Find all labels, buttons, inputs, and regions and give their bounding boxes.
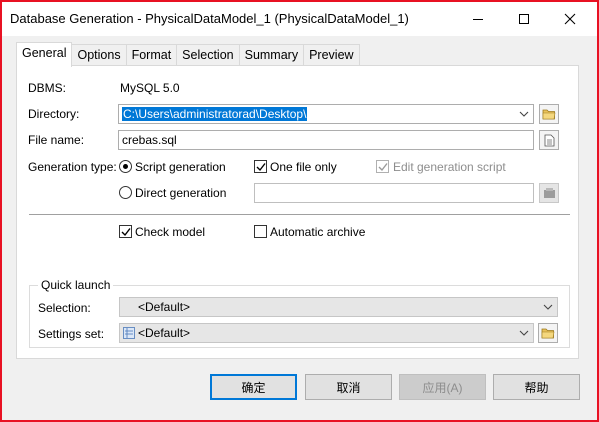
settings-set-label: Settings set: <box>38 327 105 341</box>
edit-file-button[interactable] <box>539 130 559 150</box>
tab-preview[interactable]: Preview <box>303 44 360 66</box>
browse-settings-set-button[interactable] <box>538 323 558 343</box>
quick-launch-title: Quick launch <box>38 278 114 292</box>
check-model-label: Check model <box>135 225 206 239</box>
direct-generation-label: Direct generation <box>135 186 227 200</box>
edit-generation-script-checkbox[interactable] <box>376 160 389 173</box>
directory-label: Directory: <box>28 107 80 121</box>
filename-input[interactable]: crebas.sql <box>118 130 534 150</box>
chevron-down-icon[interactable] <box>541 300 555 314</box>
connect-icon <box>543 188 555 198</box>
divider <box>29 214 570 215</box>
automatic-archive-label: Automatic archive <box>270 225 366 239</box>
checkmark-icon <box>256 163 266 172</box>
one-file-only-checkbox[interactable] <box>254 160 267 173</box>
document-icon <box>544 134 555 146</box>
directory-combobox[interactable]: C:\Users\administratorad\Desktop\ <box>118 104 534 124</box>
general-tab-panel: DBMS: MySQL 5.0 Directory: C:\Users\admi… <box>16 65 579 359</box>
chevron-down-icon[interactable] <box>517 107 531 121</box>
title-bar: Database Generation - PhysicalDataModel_… <box>2 2 597 36</box>
check-model-checkbox[interactable] <box>119 225 132 238</box>
generation-type-label: Generation type: <box>28 160 117 174</box>
tab-general[interactable]: General <box>16 42 73 67</box>
folder-icon <box>542 109 556 120</box>
connect-data-source-button[interactable] <box>539 183 559 203</box>
checkmark-icon <box>121 228 131 237</box>
selection-label: Selection: <box>38 301 91 315</box>
close-button[interactable] <box>547 2 593 36</box>
tab-format[interactable]: Format <box>125 44 178 66</box>
directory-value: C:\Users\administratorad\Desktop\ <box>122 107 308 121</box>
dbms-label: DBMS: <box>28 81 67 95</box>
filename-label: File name: <box>28 133 85 147</box>
data-source-input[interactable] <box>254 183 534 203</box>
folder-icon <box>541 328 555 339</box>
database-generation-dialog: Database Generation - PhysicalDataModel_… <box>0 0 599 422</box>
tab-strip: General Options Format Selection Summary… <box>16 42 360 67</box>
minimize-button[interactable] <box>455 2 501 36</box>
window-title: Database Generation - PhysicalDataModel_… <box>10 11 409 26</box>
one-file-only-label: One file only <box>270 160 337 174</box>
close-icon <box>564 13 576 25</box>
maximize-icon <box>519 14 529 24</box>
edit-generation-script-label: Edit generation script <box>393 160 506 174</box>
tab-selection[interactable]: Selection <box>176 44 240 66</box>
dbms-value: MySQL 5.0 <box>120 81 180 95</box>
direct-generation-radio[interactable] <box>119 186 132 199</box>
ok-button[interactable]: 确定 <box>210 374 297 400</box>
help-button[interactable]: 帮助 <box>493 374 580 400</box>
quick-launch-group: Quick launch Selection: <Default> Settin… <box>29 278 570 348</box>
cancel-button[interactable]: 取消 <box>305 374 392 400</box>
chevron-down-icon[interactable] <box>517 326 531 340</box>
maximize-button[interactable] <box>501 2 547 36</box>
checkmark-icon <box>378 163 388 172</box>
browse-directory-button[interactable] <box>539 104 559 124</box>
apply-button[interactable]: 应用(A) <box>399 374 486 400</box>
minimize-icon <box>473 19 483 20</box>
tab-options[interactable]: Options <box>71 44 127 66</box>
script-generation-label: Script generation <box>135 160 226 174</box>
selection-combobox[interactable]: <Default> <box>119 297 558 317</box>
tab-summary[interactable]: Summary <box>238 44 305 66</box>
settings-set-combobox[interactable]: <Default> <box>119 323 534 343</box>
script-generation-radio[interactable] <box>119 160 132 173</box>
settings-set-icon <box>123 327 135 342</box>
automatic-archive-checkbox[interactable] <box>254 225 267 238</box>
